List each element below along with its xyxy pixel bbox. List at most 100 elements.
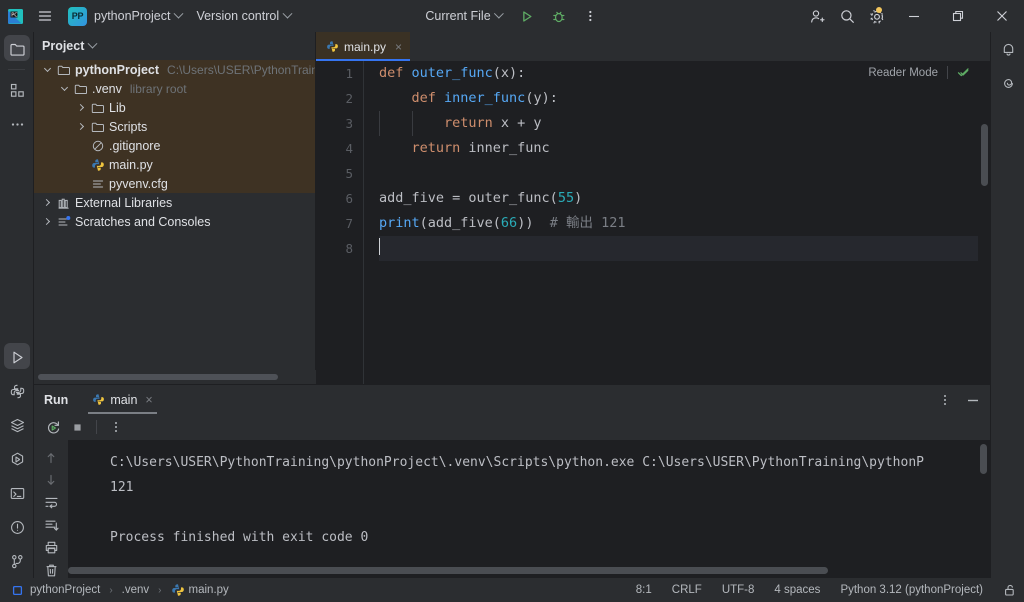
project-tool-icon[interactable]	[0, 32, 34, 66]
editor-tab-main-py[interactable]: main.py ×	[316, 32, 411, 61]
restore-icon[interactable]	[936, 0, 980, 32]
unlocked-icon[interactable]	[1000, 581, 1020, 599]
project-panel-header[interactable]: Project	[34, 32, 315, 60]
more-vertical-icon[interactable]	[576, 0, 606, 32]
code-line[interactable]: print(add_five(66)) # 輸出 121	[379, 211, 990, 236]
gitignore-icon	[91, 139, 105, 153]
breadcrumb-item-main-py[interactable]: main.py	[168, 581, 232, 599]
scroll-to-end-icon[interactable]	[39, 518, 63, 534]
code-line[interactable]: return inner_func	[379, 136, 990, 161]
scrollbar-thumb[interactable]	[38, 374, 278, 380]
close-run-tab-icon[interactable]: ×	[145, 393, 152, 407]
chevron-open-icon[interactable]	[42, 64, 53, 73]
tree-node-label: pythonProject	[75, 62, 160, 77]
run-tab-main[interactable]: main ×	[88, 385, 157, 414]
breadcrumb-item--venv[interactable]: .venv	[119, 582, 153, 598]
scroll-down-icon[interactable]	[39, 473, 63, 489]
run-tool-window: Run main × C:\Users\USER\PythonTraining\…	[34, 384, 990, 578]
editor-scrollbar-track	[978, 90, 990, 384]
tree-node-main-py[interactable]: main.py	[34, 155, 315, 174]
project-tool-window: Project pythonProject C:\Users\USER\Pytho…	[34, 32, 316, 384]
run-tool-icon[interactable]	[0, 340, 34, 374]
tree-node--gitignore[interactable]: .gitignore	[34, 136, 315, 155]
console-horizontal-scrollbar[interactable]	[68, 567, 974, 574]
code-line[interactable]: def inner_func(y):	[379, 86, 990, 111]
scrollbar-thumb[interactable]	[68, 567, 828, 574]
gear-icon[interactable]	[862, 0, 892, 32]
reader-mode-indicator[interactable]: Reader Mode	[868, 66, 970, 79]
hamburger-menu-icon[interactable]	[30, 0, 60, 32]
tree-node-subtitle: library root	[129, 81, 187, 96]
tree-node-scratches-and-consoles[interactable]: Scratches and Consoles	[34, 212, 315, 231]
code-line[interactable]: return x + y	[379, 111, 990, 136]
notifications-bell-icon[interactable]	[991, 32, 1024, 66]
python-packages-icon[interactable]	[0, 374, 34, 408]
chevron-closed-icon[interactable]	[76, 122, 87, 131]
tree-node-pythonproject[interactable]: pythonProject C:\Users\USER\PythonTrainin…	[34, 60, 315, 79]
tree-node-subtitle: C:\Users\USER\PythonTraining\pytho	[167, 62, 315, 77]
ai-assistant-icon[interactable]	[991, 66, 1024, 100]
chevron-closed-icon[interactable]	[42, 198, 53, 207]
code-content[interactable]: def outer_func(x): def inner_func(y): re…	[365, 61, 990, 384]
file-encoding[interactable]: UTF-8	[719, 582, 758, 598]
tree-node-lib[interactable]: Lib	[34, 98, 315, 117]
run-configuration-selector[interactable]: Current File	[418, 4, 509, 28]
caret-position[interactable]: 8:1	[633, 582, 655, 598]
breadcrumb-separator: ›	[109, 584, 113, 596]
debug-icon[interactable]	[544, 0, 574, 32]
tree-node-label: .venv	[92, 81, 122, 96]
tree-node-scripts[interactable]: Scripts	[34, 117, 315, 136]
code-editor[interactable]: Reader Mode 1 2 3 4 5 6 7 8 def outer_func(x): …	[316, 61, 990, 384]
run-icon[interactable]	[512, 0, 542, 32]
rerun-icon[interactable]	[42, 416, 64, 438]
chevron-down-icon	[494, 8, 505, 19]
console-area: C:\Users\USER\PythonTraining\pythonProje…	[34, 440, 990, 578]
version-control-icon[interactable]	[0, 544, 34, 578]
project-selector[interactable]: pythonProject	[87, 4, 189, 28]
line-separator[interactable]: CRLF	[669, 582, 705, 598]
checkmark-icon[interactable]	[957, 66, 970, 79]
clear-all-icon[interactable]	[39, 563, 63, 579]
services-icon[interactable]	[0, 408, 34, 442]
console-vertical-scrollbar[interactable]	[980, 444, 987, 474]
close-icon[interactable]	[980, 0, 1024, 32]
close-tab-icon[interactable]: ×	[395, 40, 402, 54]
chevron-open-icon[interactable]	[59, 83, 70, 92]
options-menu-icon[interactable]	[934, 389, 956, 411]
search-icon[interactable]	[832, 0, 862, 32]
version-control-menu[interactable]: Version control	[189, 4, 298, 28]
terminal-icon[interactable]	[0, 476, 34, 510]
python-console-icon[interactable]	[0, 442, 34, 476]
indent-setting[interactable]: 4 spaces	[771, 582, 823, 598]
folder-icon	[91, 120, 105, 134]
tree-node-pyvenv-cfg[interactable]: pyvenv.cfg	[34, 174, 315, 193]
console-output[interactable]: C:\Users\USER\PythonTraining\pythonProje…	[68, 440, 978, 578]
structure-tool-icon[interactable]	[0, 73, 34, 107]
more-tool-windows-icon[interactable]	[0, 107, 34, 141]
tree-node--venv[interactable]: .venv library root	[34, 79, 315, 98]
project-horizontal-scrollbar[interactable]	[34, 370, 316, 384]
minimize-icon[interactable]	[892, 0, 936, 32]
code-line[interactable]	[379, 161, 990, 186]
chevron-closed-icon[interactable]	[42, 217, 53, 226]
soft-wrap-icon[interactable]	[39, 495, 63, 511]
editor-vertical-scrollbar[interactable]	[981, 124, 988, 186]
project-tree[interactable]: pythonProject C:\Users\USER\PythonTrainin…	[34, 60, 315, 370]
code-token: (y):	[525, 90, 558, 106]
stop-icon[interactable]	[66, 416, 88, 438]
tool-strip-divider	[8, 69, 25, 70]
chevron-closed-icon[interactable]	[76, 103, 87, 112]
breadcrumb-item-pythonproject[interactable]: pythonProject	[9, 582, 103, 598]
interpreter-selector[interactable]: Python 3.12 (pythonProject)	[837, 582, 986, 598]
more-vertical-icon[interactable]	[105, 416, 127, 438]
tree-node-external-libraries[interactable]: External Libraries	[34, 193, 315, 212]
hide-panel-icon[interactable]	[962, 389, 984, 411]
add-user-icon[interactable]	[802, 0, 832, 32]
code-line[interactable]	[379, 236, 990, 261]
print-icon[interactable]	[39, 540, 63, 556]
pycharm-logo-icon[interactable]: PC	[0, 0, 30, 32]
scroll-up-icon[interactable]	[39, 450, 63, 466]
problems-icon[interactable]	[0, 510, 34, 544]
code-line[interactable]: add_five = outer_func(55)	[379, 186, 990, 211]
console-side-toolbar	[34, 440, 68, 578]
